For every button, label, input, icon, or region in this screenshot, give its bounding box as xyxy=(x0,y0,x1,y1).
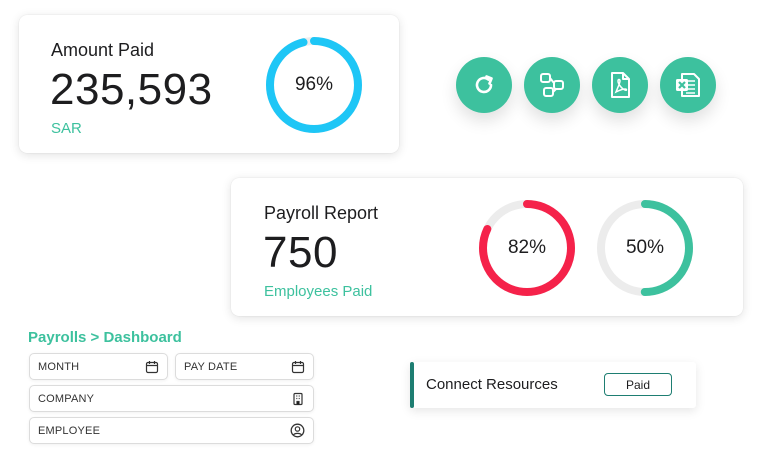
accent-bar xyxy=(410,362,414,408)
share-button[interactable] xyxy=(524,57,580,113)
payroll-report-title: Payroll Report xyxy=(264,203,379,223)
amount-paid-value: 235,593 xyxy=(50,65,213,114)
pay-date-field-label: PAY DATE xyxy=(184,360,238,373)
amount-paid-title: Amount Paid xyxy=(51,40,155,60)
company-field[interactable]: COMPANY xyxy=(29,385,314,412)
employees-paid-label: Employees Paid xyxy=(264,283,373,300)
company-field-label: COMPANY xyxy=(38,392,95,405)
excel-export-button[interactable] xyxy=(660,57,716,113)
amount-progress-ring: 96% xyxy=(264,35,364,135)
payroll-ring-82-label: 82% xyxy=(507,237,547,258)
user-circle-icon xyxy=(290,423,305,438)
calendar-icon[interactable] xyxy=(145,360,159,374)
payroll-ring-50: 50% xyxy=(595,198,695,298)
payroll-ring-82: 82% xyxy=(477,198,577,298)
connect-resources-label: Connect Resources xyxy=(426,376,558,393)
employee-field-label: EMPLOYEE xyxy=(38,424,101,437)
excel-file-icon xyxy=(676,73,700,97)
month-field[interactable]: MONTH xyxy=(29,353,168,380)
amount-paid-card: Amount Paid 235,593 SAR 96% xyxy=(19,15,399,153)
refresh-icon xyxy=(475,75,493,94)
payroll-ring-50-label: 50% xyxy=(625,237,665,258)
pdf-export-button[interactable] xyxy=(592,57,648,113)
building-icon xyxy=(291,392,305,406)
payroll-report-card: Payroll Report 750 Employees Paid 82% 50… xyxy=(231,178,743,316)
paid-status-button[interactable]: Paid xyxy=(604,373,672,396)
currency-label: SAR xyxy=(51,120,82,137)
connect-resources-row: Connect Resources Paid xyxy=(410,362,696,408)
employees-paid-count: 750 xyxy=(263,228,338,277)
calendar-icon[interactable] xyxy=(291,360,305,374)
amount-progress-label: 96% xyxy=(294,74,334,95)
employee-field[interactable]: EMPLOYEE xyxy=(29,417,314,444)
breadcrumb[interactable]: Payrolls > Dashboard xyxy=(28,329,182,346)
pay-date-field[interactable]: PAY DATE xyxy=(175,353,314,380)
pdf-file-icon xyxy=(611,72,630,98)
month-field-label: MONTH xyxy=(38,360,80,373)
refresh-button[interactable] xyxy=(456,57,512,113)
share-nodes-icon xyxy=(540,73,564,97)
